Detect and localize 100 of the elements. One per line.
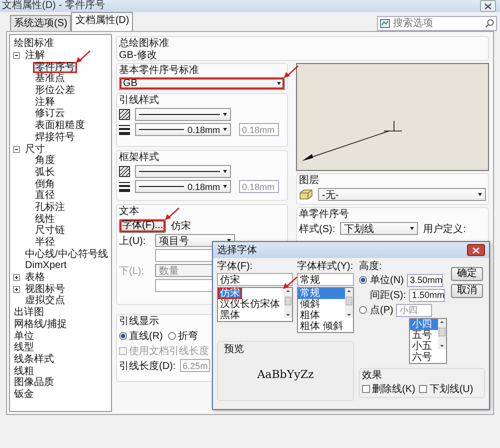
group-label: 引线显示 bbox=[119, 316, 159, 328]
radio-button[interactable] bbox=[359, 306, 367, 314]
search-field[interactable]: 搜索选项 bbox=[377, 16, 497, 30]
preview-text: AaBbYyZz bbox=[257, 368, 314, 381]
tree-item[interactable]: 出详图 bbox=[12, 307, 46, 318]
list-item[interactable]: 粗体 bbox=[298, 310, 345, 321]
line-style-icon bbox=[119, 109, 130, 120]
list-item[interactable]: 黑体 bbox=[218, 310, 284, 321]
line-dropdown[interactable]: 0.18mm bbox=[135, 123, 231, 136]
group-label: 基本零件序号标准 bbox=[119, 65, 199, 77]
tree-item[interactable]: 尺寸链 bbox=[33, 225, 67, 236]
list-item[interactable]: 汉仪长仿宋体 bbox=[218, 299, 284, 310]
line-dropdown[interactable]: 0.18mm bbox=[135, 180, 231, 193]
tree-item[interactable]: 线性 bbox=[33, 214, 57, 225]
dialog-button[interactable]: 取消 bbox=[451, 284, 483, 298]
group-label: 引线样式 bbox=[119, 95, 159, 107]
tree-item[interactable]: 中心线/中心符号线 bbox=[23, 248, 110, 260]
expand-icon[interactable] bbox=[13, 286, 20, 293]
tree-item[interactable]: 孔标注 bbox=[33, 202, 67, 213]
font-button[interactable]: 字体(F)... bbox=[119, 218, 166, 232]
tree-item[interactable]: 基准点 bbox=[33, 73, 67, 84]
radio-button[interactable] bbox=[168, 332, 176, 340]
text-field[interactable]: 仿宋 bbox=[217, 273, 293, 286]
close-icon bbox=[472, 246, 480, 254]
checkbox[interactable] bbox=[362, 385, 370, 393]
options-icon bbox=[380, 18, 390, 28]
width-field[interactable]: 0.18mm bbox=[239, 123, 279, 136]
checkbox-label: 下划线(U) bbox=[429, 382, 474, 396]
tree-item[interactable]: 绘图标准 bbox=[12, 38, 56, 50]
list-item[interactable]: 仿宋 bbox=[218, 288, 242, 299]
tree-item[interactable]: 线粗 bbox=[12, 366, 36, 377]
tree-item[interactable]: 表格 bbox=[23, 272, 47, 284]
line-sample bbox=[139, 186, 184, 187]
list-item[interactable]: 粗体 倾斜 bbox=[298, 321, 345, 332]
tree-item[interactable]: 尺寸 bbox=[23, 144, 47, 155]
width-field[interactable]: 0.18mm bbox=[239, 180, 279, 193]
collapse-icon[interactable] bbox=[13, 146, 20, 153]
caret-icon bbox=[277, 82, 281, 85]
tree-item[interactable]: 线型 bbox=[12, 342, 36, 354]
tree-item[interactable]: 形位公差 bbox=[33, 85, 77, 96]
tree-item[interactable]: 弧长 bbox=[33, 166, 57, 178]
caret-icon bbox=[478, 193, 482, 196]
line-dropdown[interactable] bbox=[135, 108, 231, 121]
font-name: 仿宋 bbox=[171, 220, 192, 232]
tree-item[interactable]: 网格线/捕捉 bbox=[12, 318, 69, 330]
scrollbar bbox=[438, 319, 446, 349]
checkbox-label: 使用文档引线长度 bbox=[129, 344, 209, 358]
tree-item[interactable]: 半径 bbox=[33, 237, 57, 248]
radio-button[interactable] bbox=[119, 332, 127, 340]
close-icon bbox=[484, 2, 492, 10]
tree-item[interactable]: 修订云 bbox=[33, 108, 67, 120]
checkbox[interactable] bbox=[419, 385, 428, 393]
line-dropdown[interactable] bbox=[135, 165, 231, 178]
field-label: 高度: bbox=[359, 261, 382, 272]
tab[interactable]: 文档属性(D) bbox=[71, 12, 134, 31]
tab[interactable]: 系统选项(S) bbox=[10, 15, 72, 31]
list-item[interactable]: 小四 bbox=[410, 319, 438, 330]
height-field[interactable]: 3.50mm bbox=[406, 274, 443, 286]
tree-item[interactable]: 视图标号 bbox=[23, 284, 67, 295]
expand-icon[interactable] bbox=[13, 274, 20, 282]
length-field[interactable]: 6.25m bbox=[180, 359, 210, 372]
tree-item[interactable]: 图像品质 bbox=[12, 377, 56, 388]
list-item[interactable]: 倾斜 bbox=[298, 299, 345, 310]
caret-icon bbox=[223, 113, 227, 116]
list-item[interactable]: 小五 bbox=[410, 341, 438, 352]
line-style-icon bbox=[119, 166, 130, 177]
tree-item[interactable]: 表面粗糙度 bbox=[33, 120, 87, 132]
tree-item[interactable]: 倒角 bbox=[33, 178, 57, 190]
collapse-icon[interactable] bbox=[13, 52, 20, 60]
tree-item[interactable]: 注释 bbox=[33, 96, 57, 108]
tree-item[interactable]: 注解 bbox=[23, 50, 47, 62]
radio-label: 折弯 bbox=[178, 330, 198, 342]
tree-item[interactable]: 焊接符号 bbox=[33, 132, 77, 143]
radio-button[interactable] bbox=[359, 276, 367, 284]
dropdown[interactable]: -无- bbox=[318, 188, 486, 201]
group-label: 文本 bbox=[119, 206, 139, 218]
tree-item[interactable]: 钣金 bbox=[12, 388, 36, 400]
list-item[interactable]: 五号 bbox=[410, 330, 438, 341]
tree-item[interactable]: 角度 bbox=[33, 155, 57, 166]
tree-item[interactable]: 零件序号 bbox=[33, 62, 77, 73]
caret-icon bbox=[223, 185, 227, 188]
tree-item[interactable]: 虚拟交点 bbox=[23, 295, 67, 306]
list-item[interactable]: 常规 bbox=[298, 288, 345, 299]
close-button[interactable] bbox=[467, 244, 485, 256]
radio-label: 点(P) bbox=[370, 304, 394, 317]
dropdown[interactable]: 下划线 bbox=[340, 222, 418, 235]
dialog-button[interactable]: 确定 bbox=[451, 267, 483, 281]
spacing-field[interactable]: 1.50mm bbox=[409, 288, 445, 302]
dropdown[interactable]: GB bbox=[119, 77, 285, 90]
tree-item[interactable]: DimXpert bbox=[23, 260, 69, 272]
standard-value: GB-修改 bbox=[119, 50, 157, 61]
checkbox-label: 删除线(K) bbox=[372, 382, 416, 396]
tree-item[interactable]: 单位 bbox=[12, 330, 36, 342]
list-item[interactable]: 六号 bbox=[410, 352, 438, 363]
tree-item[interactable]: 直径 bbox=[33, 190, 57, 202]
height-field[interactable]: 小四 bbox=[396, 304, 432, 316]
scrollbar bbox=[284, 288, 292, 318]
tree-item[interactable]: 线条样式 bbox=[12, 354, 56, 365]
close-button[interactable] bbox=[480, 0, 496, 12]
text-field[interactable]: 常规 bbox=[297, 273, 354, 286]
